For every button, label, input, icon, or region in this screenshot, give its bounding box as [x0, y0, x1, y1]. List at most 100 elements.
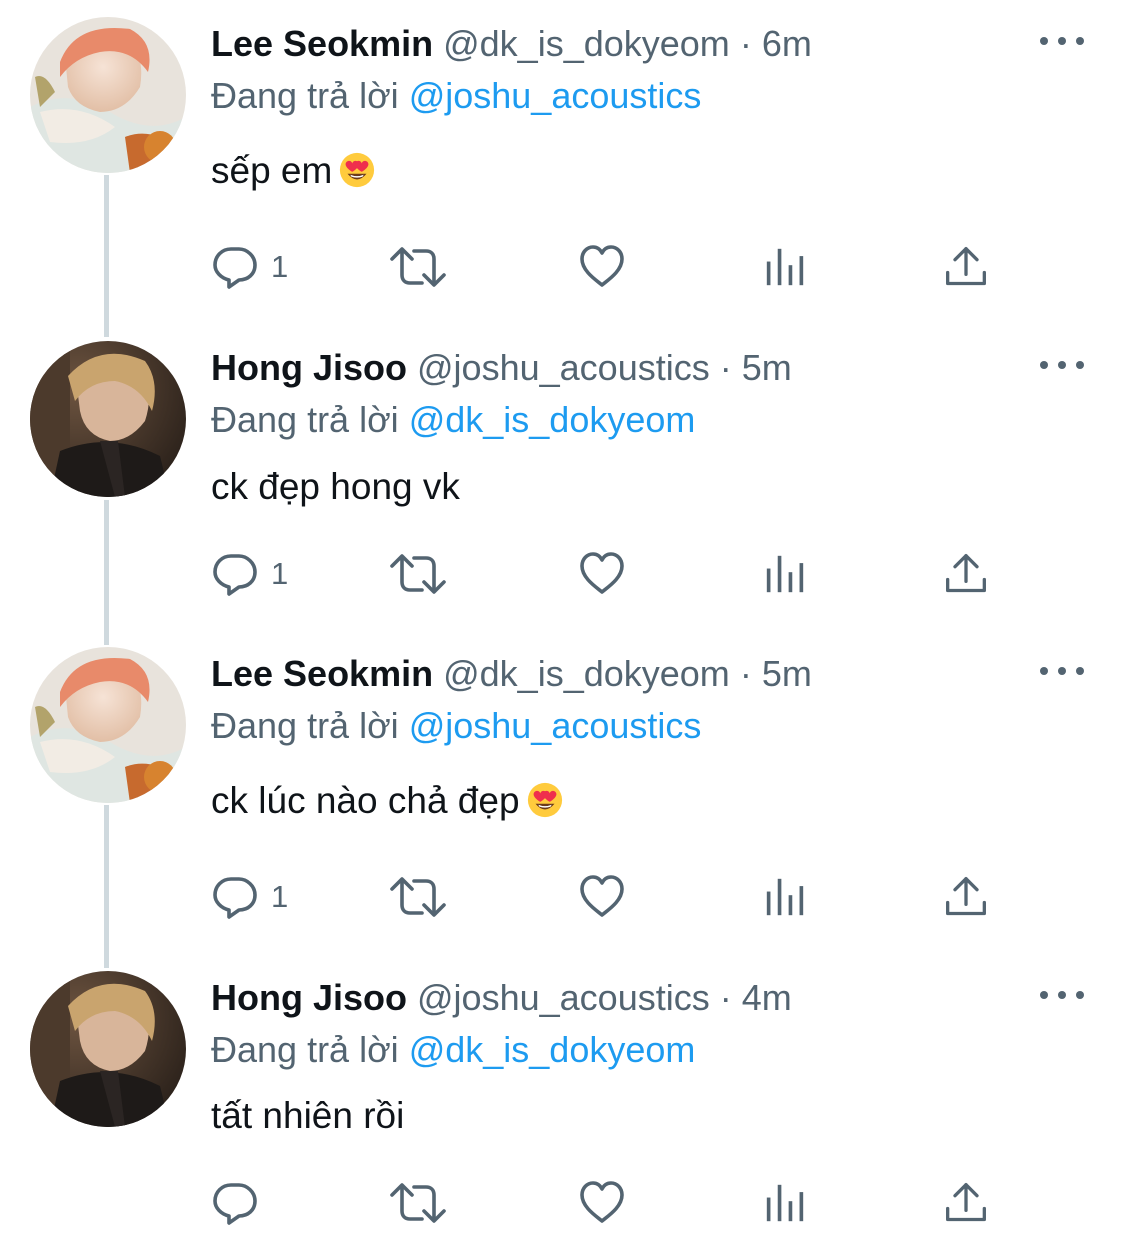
avatar[interactable]	[30, 341, 186, 497]
share-icon	[944, 245, 988, 289]
avatar[interactable]	[30, 971, 186, 1127]
retweet-button[interactable]	[388, 872, 448, 922]
tweet-text: ck lúc nào chả đẹp	[211, 776, 564, 826]
timestamp[interactable]: 6m	[762, 23, 812, 64]
retweet-icon	[388, 873, 448, 921]
share-button[interactable]	[944, 242, 988, 292]
separator-dot: ·	[719, 347, 732, 388]
mention-link[interactable]: @dk_is_dokyeom	[409, 399, 696, 440]
tweet-text-body: ck đẹp hong vk	[211, 466, 460, 507]
more-icon[interactable]	[1040, 975, 1084, 1015]
retweet-button[interactable]	[388, 1178, 448, 1228]
share-icon	[944, 552, 988, 596]
mention-link[interactable]: @joshu_acoustics	[409, 705, 702, 746]
tweet-actions	[211, 1178, 1011, 1228]
tweet-text: tất nhiên rồi	[211, 1091, 404, 1141]
reply-count: 1	[271, 556, 289, 591]
display-name[interactable]: Lee Seokmin	[211, 653, 433, 694]
user-handle[interactable]: @joshu_acoustics	[417, 347, 710, 388]
user-handle[interactable]: @dk_is_dokyeom	[443, 23, 730, 64]
tweet-text-body: ck lúc nào chả đẹp	[211, 780, 520, 821]
user-handle[interactable]: @joshu_acoustics	[417, 977, 710, 1018]
separator-dot: ·	[739, 23, 752, 64]
retweet-icon	[388, 1179, 448, 1227]
reply-count: 1	[271, 249, 289, 284]
more-icon[interactable]	[1040, 21, 1084, 61]
tweet-text: ck đẹp hong vk	[211, 462, 460, 512]
share-button[interactable]	[944, 872, 988, 922]
tweet-header: Lee Seokmin @dk_is_dokyeom · 5m	[211, 651, 812, 697]
reply-button[interactable]: 1	[211, 872, 288, 922]
display-name[interactable]: Lee Seokmin	[211, 23, 433, 64]
tweet-text-body: sếp em	[211, 150, 333, 191]
tweet-actions: 1	[211, 549, 1011, 599]
analytics-icon	[765, 247, 805, 287]
analytics-icon	[765, 877, 805, 917]
user-handle[interactable]: @dk_is_dokyeom	[443, 653, 730, 694]
tweet-actions: 1	[211, 242, 1011, 292]
tweet-text: sếp em	[211, 146, 376, 196]
like-button[interactable]	[578, 242, 626, 292]
views-button[interactable]	[765, 1178, 805, 1228]
views-button[interactable]	[765, 242, 805, 292]
share-button[interactable]	[944, 549, 988, 599]
separator-dot: ·	[739, 653, 752, 694]
replying-to: Đang trả lời @joshu_acoustics	[211, 703, 701, 749]
replying-to: Đang trả lời @dk_is_dokyeom	[211, 1027, 695, 1073]
avatar[interactable]	[30, 647, 186, 803]
heart-icon	[578, 550, 626, 598]
avatar[interactable]	[30, 17, 186, 173]
more-icon[interactable]	[1040, 651, 1084, 691]
heart-eyes-emoji-icon	[526, 781, 564, 819]
tweet-actions: 1	[211, 872, 1011, 922]
more-icon[interactable]	[1040, 345, 1084, 385]
tweet[interactable]: Hong Jisoo @joshu_acoustics · 5m Đang tr…	[0, 341, 1125, 631]
share-button[interactable]	[944, 1178, 988, 1228]
retweet-button[interactable]	[388, 549, 448, 599]
views-button[interactable]	[765, 549, 805, 599]
avatar-image	[30, 17, 186, 173]
avatar-image	[30, 647, 186, 803]
analytics-icon	[765, 1183, 805, 1223]
replying-to: Đang trả lời @dk_is_dokyeom	[211, 397, 695, 443]
share-icon	[944, 875, 988, 919]
mention-link[interactable]: @dk_is_dokyeom	[409, 1029, 696, 1070]
replying-to-label: Đang trả lời	[211, 1029, 399, 1070]
like-button[interactable]	[578, 549, 626, 599]
tweet-header: Hong Jisoo @joshu_acoustics · 5m	[211, 345, 792, 391]
reply-button[interactable]	[211, 1178, 271, 1228]
tweet[interactable]: Lee Seokmin @dk_is_dokyeom · 5m Đang trả…	[0, 647, 1125, 947]
separator-dot: ·	[719, 977, 732, 1018]
display-name[interactable]: Hong Jisoo	[211, 977, 407, 1018]
avatar-image	[30, 971, 186, 1127]
avatar-image	[30, 341, 186, 497]
heart-eyes-emoji-icon	[338, 151, 376, 189]
replying-to-label: Đang trả lời	[211, 705, 399, 746]
reply-button[interactable]: 1	[211, 242, 288, 292]
reply-icon	[211, 550, 259, 598]
reply-icon	[211, 1179, 259, 1227]
like-button[interactable]	[578, 872, 626, 922]
reply-icon	[211, 873, 259, 921]
retweet-button[interactable]	[388, 242, 448, 292]
heart-icon	[578, 873, 626, 921]
replying-to-label: Đang trả lời	[211, 75, 399, 116]
share-icon	[944, 1181, 988, 1225]
retweet-icon	[388, 550, 448, 598]
heart-icon	[578, 1179, 626, 1227]
views-button[interactable]	[765, 872, 805, 922]
timestamp[interactable]: 5m	[762, 653, 812, 694]
timestamp[interactable]: 5m	[742, 347, 792, 388]
reply-count: 1	[271, 879, 289, 914]
reply-button[interactable]: 1	[211, 549, 288, 599]
mention-link[interactable]: @joshu_acoustics	[409, 75, 702, 116]
tweet[interactable]: Lee Seokmin @dk_is_dokyeom · 6m Đang trả…	[0, 17, 1125, 317]
display-name[interactable]: Hong Jisoo	[211, 347, 407, 388]
retweet-icon	[388, 243, 448, 291]
tweet-header: Lee Seokmin @dk_is_dokyeom · 6m	[211, 21, 812, 67]
tweet[interactable]: Hong Jisoo @joshu_acoustics · 4m Đang tr…	[0, 971, 1125, 1236]
analytics-icon	[765, 554, 805, 594]
timestamp[interactable]: 4m	[742, 977, 792, 1018]
tweet-header: Hong Jisoo @joshu_acoustics · 4m	[211, 975, 792, 1021]
like-button[interactable]	[578, 1178, 626, 1228]
